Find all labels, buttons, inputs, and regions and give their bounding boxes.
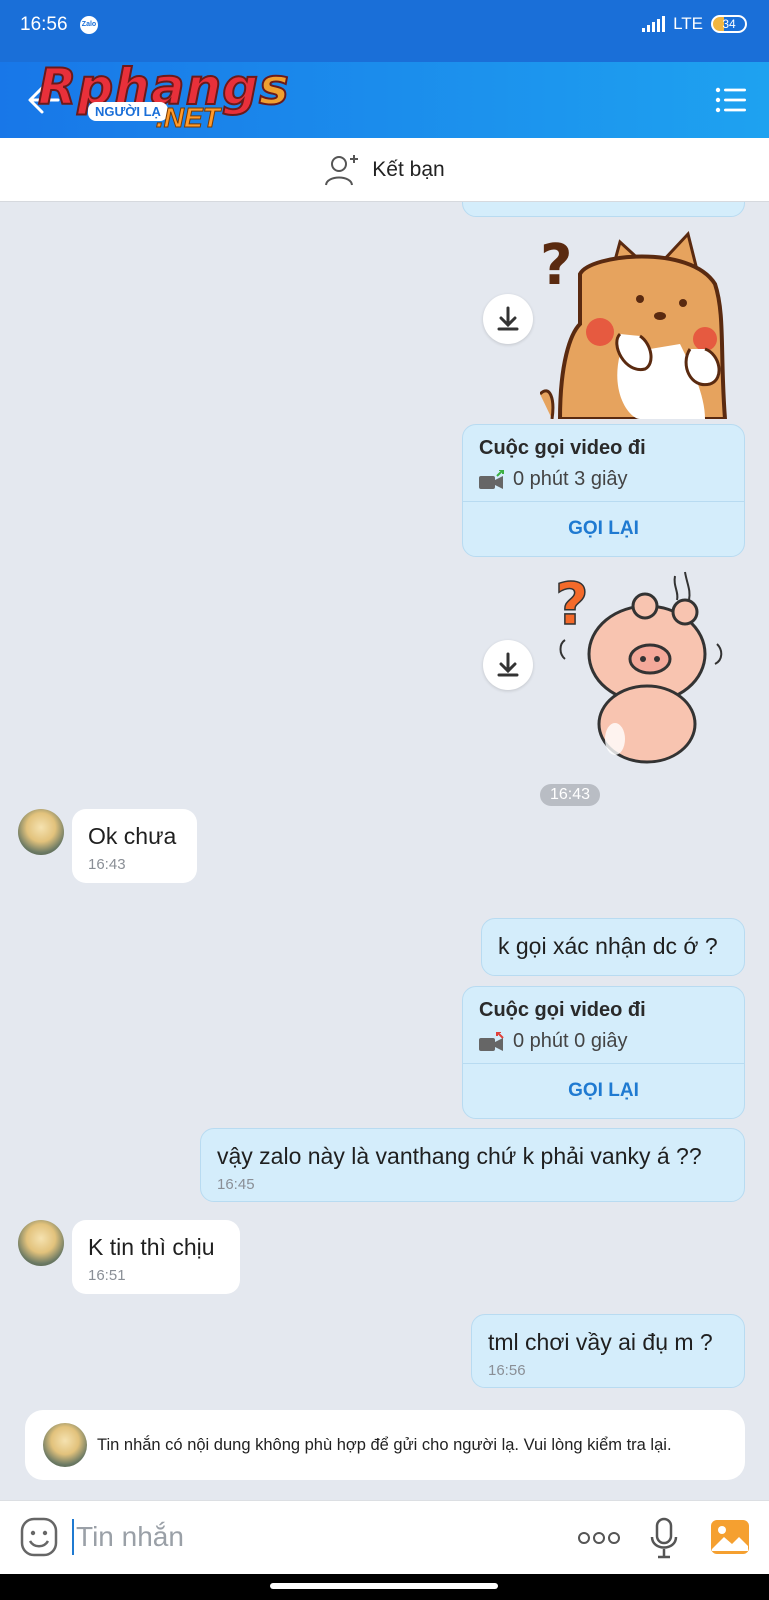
content-warning-banner: Tin nhắn có nội dung không phù hợp để gử…: [25, 1410, 745, 1480]
call-duration: 0 phút 3 giây: [513, 468, 628, 490]
video-call-icon: [479, 469, 504, 489]
call-duration: 0 phút 0 giây: [513, 1030, 628, 1052]
sticker-pig[interactable]: ?: [555, 564, 730, 764]
status-bar: 16:56 Zalo LTE 34: [0, 0, 769, 62]
menu-list-icon[interactable]: [715, 86, 747, 114]
call-back-button[interactable]: GỌI LẠI: [463, 1064, 744, 1118]
svg-text:?: ?: [540, 233, 572, 298]
status-time: 16:56: [20, 14, 68, 35]
video-call-card[interactable]: Cuộc gọi video đi 0 phút 0 giây GỌI LẠI: [462, 986, 745, 1119]
svg-text:?: ?: [555, 570, 589, 638]
message-text: K tin thì chịu: [88, 1234, 215, 1260]
status-right: LTE 34: [642, 14, 747, 34]
message-text: Ok chưa: [88, 823, 177, 849]
video-call-card[interactable]: Cuộc gọi video đi 0 phút 3 giây GỌI LẠI: [462, 424, 745, 557]
text-caret: [72, 1519, 74, 1555]
outgoing-message-bubble[interactable]: vậy zalo này là vanthang chứ k phải vank…: [200, 1128, 745, 1202]
message-time: 16:45: [217, 1176, 255, 1193]
contact-avatar: [43, 1423, 87, 1467]
watermark-logo: Rphangs NGƯỜI LẠ .NET: [37, 57, 290, 138]
system-nav-bar: [0, 1574, 769, 1600]
message-time: 16:56: [488, 1362, 526, 1379]
home-handle[interactable]: [270, 1583, 498, 1589]
contact-avatar[interactable]: [18, 1220, 64, 1266]
outgoing-message-bubble[interactable]: tml chơi vầy ai đụ m ? 16:56: [471, 1314, 745, 1388]
outgoing-message-bubble[interactable]: k gọi xác nhận dc ớ ?: [481, 918, 745, 976]
image-icon[interactable]: [710, 1519, 750, 1555]
chat-header: Rphangs NGƯỜI LẠ .NET: [0, 57, 769, 138]
video-call-icon: [479, 1031, 504, 1051]
partial-message-bubble[interactable]: [462, 202, 745, 217]
message-text: vậy zalo này là vanthang chứ k phải vank…: [217, 1143, 702, 1169]
download-icon: [497, 652, 519, 677]
download-button[interactable]: [483, 640, 533, 690]
zalo-notification-icon: Zalo: [80, 16, 98, 34]
warning-text: Tin nhắn có nội dung không phù hợp để gử…: [97, 1435, 672, 1454]
message-input[interactable]: Tin nhắn: [76, 1521, 184, 1553]
logo-suffix: .NET: [156, 102, 221, 134]
download-button[interactable]: [483, 294, 533, 344]
time-divider: 16:43: [540, 784, 601, 806]
network-type: LTE: [673, 14, 703, 33]
more-icon[interactable]: [578, 1531, 620, 1545]
contact-avatar[interactable]: [18, 809, 64, 855]
message-text: tml chơi vầy ai đụ m ?: [488, 1329, 713, 1355]
incoming-message-bubble[interactable]: K tin thì chịu 16:51: [72, 1220, 240, 1294]
chat-messages[interactable]: ? Cuộc gọi video đi 0 phút 3 giây GỌI LẠ…: [0, 202, 769, 1498]
message-text: k gọi xác nhận dc ớ ?: [498, 933, 718, 959]
add-friend-label: Kết bạn: [372, 157, 445, 181]
microphone-icon[interactable]: [650, 1517, 678, 1559]
call-title: Cuộc gọi video đi: [479, 437, 646, 459]
sticker-shiba-dog[interactable]: ?: [540, 224, 745, 419]
call-back-button[interactable]: GỌI LẠI: [463, 502, 744, 556]
message-composer: Tin nhắn: [0, 1500, 769, 1574]
add-friend-bar[interactable]: Kết bạn: [0, 138, 769, 202]
emoji-icon[interactable]: [20, 1517, 58, 1557]
add-friend-icon: [325, 154, 359, 185]
call-title: Cuộc gọi video đi: [479, 999, 646, 1021]
download-icon: [497, 306, 519, 331]
message-time: 16:51: [88, 1267, 126, 1284]
message-time: 16:43: [88, 856, 126, 873]
incoming-message-bubble[interactable]: Ok chưa 16:43: [72, 809, 197, 883]
signal-icon: [642, 16, 666, 32]
battery-icon: 34: [711, 15, 747, 33]
